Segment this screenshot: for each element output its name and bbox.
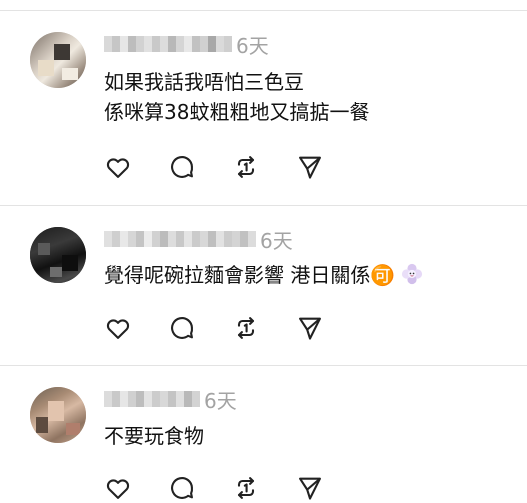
reply-button[interactable] xyxy=(168,473,232,503)
repost-button[interactable] xyxy=(232,313,296,343)
comment-text-line: 覺得呢碗拉麵會影響 港日關係🉑 xyxy=(104,261,423,289)
comment-actions xyxy=(104,313,360,343)
repost-icon xyxy=(237,317,255,339)
comment-item: 6天 不要玩食物 xyxy=(0,365,527,502)
reply-button[interactable] xyxy=(168,313,232,343)
comment-time[interactable]: 6天 xyxy=(236,30,269,59)
username-blurred[interactable] xyxy=(104,36,232,52)
comment-text-line: 如果我話我唔怕三色豆 xyxy=(104,70,304,94)
username-blurred[interactable] xyxy=(104,231,256,247)
like-button[interactable] xyxy=(104,473,168,503)
comment-meta: 6天 xyxy=(104,388,237,413)
share-button[interactable] xyxy=(296,313,360,343)
send-icon xyxy=(299,156,321,179)
comment-text-line: 不要玩食物 xyxy=(104,424,204,448)
comment-meta: 6天 xyxy=(104,33,269,58)
heart-icon xyxy=(106,158,130,178)
username-blurred[interactable] xyxy=(104,391,200,407)
like-button[interactable] xyxy=(104,152,168,182)
comment-actions xyxy=(104,152,360,182)
repost-icon xyxy=(237,156,255,178)
comment-item: 6天 覺得呢碗拉麵會影響 港日關係🉑 xyxy=(0,205,527,365)
avatar[interactable] xyxy=(30,32,86,88)
repost-button[interactable] xyxy=(232,473,296,503)
comment-item: 6天 如果我話我唔怕三色豆 係咪算38蚊粗粗地又搞掂一餐 xyxy=(0,10,527,205)
speech-bubble-icon xyxy=(171,156,194,178)
comment-text-line: 係咪算38蚊粗粗地又搞掂一餐 xyxy=(104,100,370,124)
speech-bubble-icon xyxy=(171,477,194,499)
like-button[interactable] xyxy=(104,313,168,343)
flower-icon xyxy=(401,263,423,285)
repost-icon xyxy=(237,477,255,499)
heart-icon xyxy=(106,319,130,339)
reply-button[interactable] xyxy=(168,152,232,182)
avatar[interactable] xyxy=(30,387,86,443)
comment-meta: 6天 xyxy=(104,228,293,253)
send-icon xyxy=(299,317,321,340)
send-icon xyxy=(299,477,321,500)
comment-text: 覺得呢碗拉麵會影響 港日關係🉑 xyxy=(104,263,396,287)
share-button[interactable] xyxy=(296,152,360,182)
heart-icon xyxy=(106,479,130,499)
repost-button[interactable] xyxy=(232,152,296,182)
share-button[interactable] xyxy=(296,473,360,503)
comment-time[interactable]: 6天 xyxy=(260,225,293,254)
comment-actions xyxy=(104,473,360,503)
comment-time[interactable]: 6天 xyxy=(204,385,237,414)
avatar[interactable] xyxy=(30,227,86,283)
speech-bubble-icon xyxy=(171,317,194,339)
